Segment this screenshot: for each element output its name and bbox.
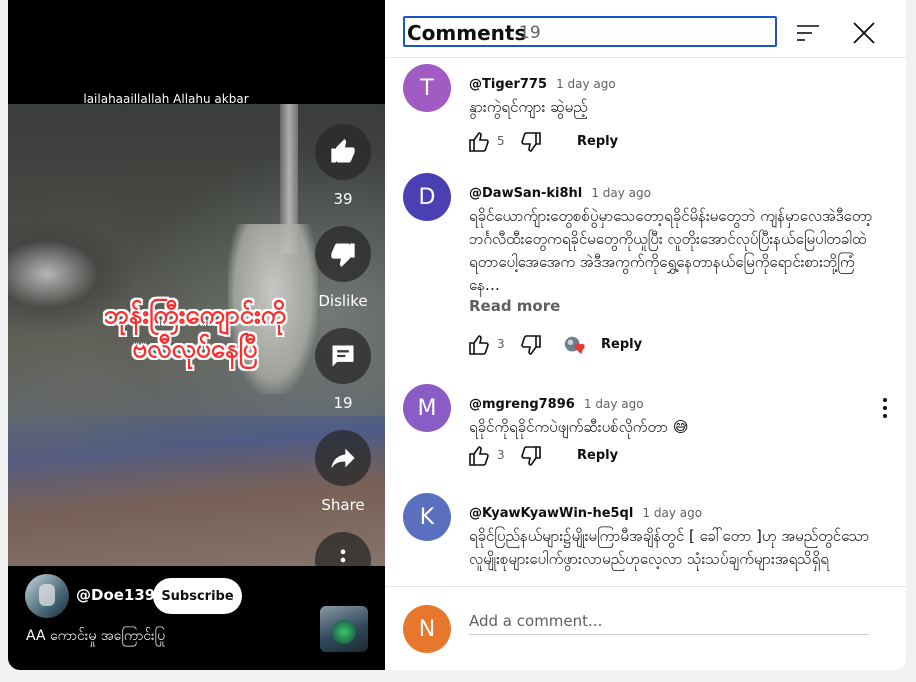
like-action: 39 bbox=[315, 124, 371, 208]
like-button[interactable] bbox=[315, 124, 371, 180]
video-overlay-text: ဘုန်းကြီးကျောင်းကို ဗလီလုပ်နေပြီ bbox=[70, 298, 320, 366]
comments-action: 19 bbox=[315, 328, 371, 412]
comment-dislike-button[interactable] bbox=[519, 444, 543, 468]
comments-title: Comments bbox=[407, 21, 527, 45]
thumbs-down-outline-icon bbox=[521, 132, 541, 152]
comment-count: 19 bbox=[333, 394, 353, 412]
comment-avatar[interactable]: D bbox=[403, 173, 451, 221]
thumbs-down-filled-icon bbox=[331, 243, 355, 267]
comment-reply-button[interactable]: Reply bbox=[577, 134, 618, 149]
video-title: AA ကောင်းမှု အကြောင်းပြု bbox=[26, 628, 166, 644]
share-label: Share bbox=[321, 496, 365, 514]
app-window: lailahaaillallah Allahu akbar ဘုန်းကြီးက… bbox=[8, 0, 906, 670]
comment-reply-button[interactable]: Reply bbox=[577, 448, 618, 463]
add-comment-bar: N bbox=[385, 586, 906, 670]
video-footer: @Doe139 Subscribe AA ကောင်းမှု အကြောင်းပ… bbox=[8, 566, 385, 670]
overlay-line-2: ဗလီလုပ်နေပြီ bbox=[132, 334, 258, 364]
comments-count: 19 bbox=[519, 23, 541, 43]
current-user-avatar: N bbox=[403, 605, 451, 653]
comments-panel: Comments 19 T @Tiger775 1 day ago နွားကွ… bbox=[385, 0, 906, 670]
comment-bubble-icon bbox=[332, 345, 354, 367]
dislike-action: Dislike bbox=[315, 226, 371, 310]
sort-comments-button[interactable] bbox=[793, 18, 823, 48]
comment-dislike-button[interactable] bbox=[519, 333, 543, 357]
comment-reply-button[interactable]: Reply bbox=[601, 337, 642, 352]
comment-header: @DawSan-ki8hl 1 day ago bbox=[469, 182, 651, 201]
video-player[interactable]: lailahaaillallah Allahu akbar ဘုန်းကြီးက… bbox=[8, 0, 385, 670]
comment-text: နွားကွဲရင်ကျား ဆွဲမည့် bbox=[469, 98, 588, 116]
comment-like-button[interactable] bbox=[467, 444, 491, 468]
comment-more-icon[interactable] bbox=[881, 396, 889, 420]
comment-time[interactable]: 1 day ago bbox=[642, 506, 702, 520]
comments-title-box: Comments 19 bbox=[403, 16, 777, 47]
comment-like-count: 5 bbox=[497, 134, 505, 148]
comment-author[interactable]: @DawSan-ki8hl bbox=[469, 186, 582, 201]
close-icon bbox=[853, 22, 875, 44]
comments-button[interactable] bbox=[315, 328, 371, 384]
channel-name[interactable]: @Doe139 bbox=[76, 586, 155, 604]
thumbs-down-outline-icon bbox=[521, 446, 541, 466]
comment-author[interactable]: @Tiger775 bbox=[469, 77, 547, 92]
comment-author[interactable]: @KyawKyawWin-he5ql bbox=[469, 506, 633, 521]
comments-header: Comments 19 bbox=[385, 0, 906, 58]
add-comment-input[interactable] bbox=[469, 607, 869, 635]
comment-header: @Tiger775 1 day ago bbox=[469, 73, 616, 92]
comment-like-count: 3 bbox=[497, 337, 505, 351]
comment-time[interactable]: 1 day ago bbox=[591, 186, 651, 200]
creator-heart-icon bbox=[564, 336, 585, 355]
comment-text: ရခိုင်ကိုရခိုင်ကပဲဖျက်ဆီးပစ်လိုက်တာ 😅 bbox=[469, 418, 689, 436]
share-button[interactable] bbox=[315, 430, 371, 486]
comment-author[interactable]: @mgreng7896 bbox=[469, 397, 575, 412]
thumbs-up-outline-icon bbox=[469, 132, 489, 152]
channel-avatar[interactable] bbox=[25, 574, 69, 618]
comment-header: @mgreng7896 1 day ago bbox=[469, 393, 644, 412]
comment-avatar[interactable]: K bbox=[403, 493, 451, 541]
comment-time[interactable]: 1 day ago bbox=[556, 77, 616, 91]
sort-icon bbox=[797, 25, 819, 41]
comment-text: ရခိုင်ယောက်ျားတွေစစ်ပွဲမှာသေတော့ရခိုင်မိ… bbox=[469, 207, 873, 294]
share-arrow-icon bbox=[331, 448, 355, 469]
comments-list[interactable]: T @Tiger775 1 day ago နွားကွဲရင်ကျား ဆွဲ… bbox=[385, 58, 906, 586]
comment-like-button[interactable] bbox=[467, 130, 491, 154]
thumbs-up-outline-icon bbox=[469, 335, 489, 355]
comment-avatar[interactable]: T bbox=[403, 64, 451, 112]
dislike-label: Dislike bbox=[318, 292, 368, 310]
comment-time[interactable]: 1 day ago bbox=[584, 397, 644, 411]
sound-thumbnail[interactable] bbox=[320, 606, 368, 652]
comment-text: ရခိုင်ပြည်နယ်များ၌မျိုးမကြာမီအချိန်တွင် … bbox=[469, 527, 870, 568]
overlay-line-1: ဘုန်းကြီးကျောင်းကို bbox=[103, 300, 287, 330]
comment-header: @KyawKyawWin-he5ql 1 day ago bbox=[469, 502, 702, 521]
close-comments-button[interactable] bbox=[847, 16, 881, 50]
thumbs-up-filled-icon bbox=[331, 139, 355, 163]
thumbs-down-outline-icon bbox=[521, 335, 541, 355]
read-more-link[interactable]: Read more bbox=[469, 297, 560, 315]
thumbs-up-outline-icon bbox=[469, 446, 489, 466]
comment-like-button[interactable] bbox=[467, 333, 491, 357]
comment-like-count: 3 bbox=[497, 448, 505, 462]
comment-dislike-button[interactable] bbox=[519, 130, 543, 154]
like-count: 39 bbox=[333, 190, 353, 208]
subscribe-button[interactable]: Subscribe bbox=[153, 578, 242, 614]
comment-avatar[interactable]: M bbox=[403, 384, 451, 432]
dislike-button[interactable] bbox=[315, 226, 371, 282]
share-action: Share bbox=[315, 430, 371, 514]
